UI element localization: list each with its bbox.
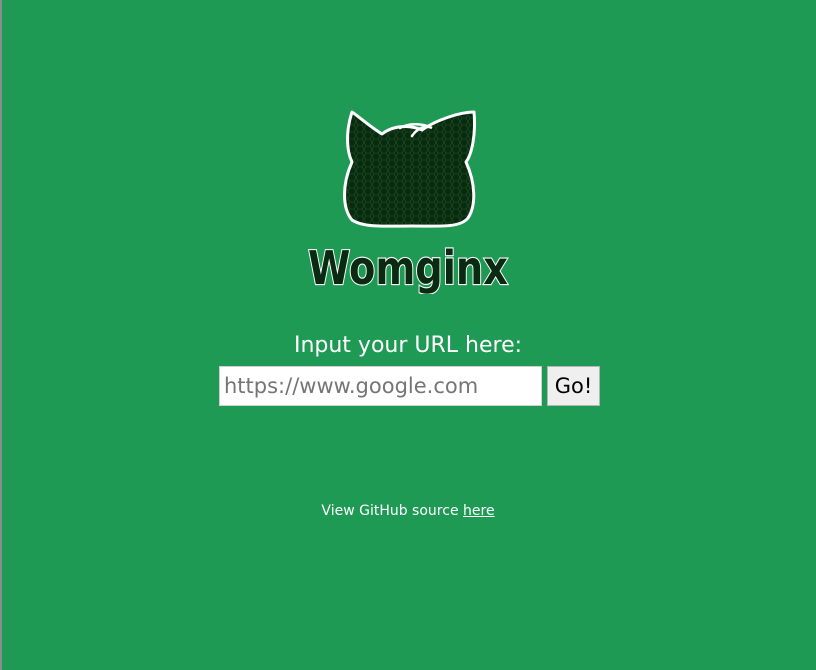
footer-text: View GitHub source <box>321 503 464 519</box>
footer: View GitHub source here <box>0 501 816 521</box>
go-button[interactable]: Go! <box>547 366 600 406</box>
logo-wordmark: Womginx <box>308 241 508 294</box>
cat-head-icon <box>343 110 476 228</box>
github-source-link[interactable]: here <box>463 503 495 519</box>
url-input[interactable] <box>219 366 542 406</box>
womginx-logo: Womginx <box>300 104 516 294</box>
url-prompt-label: Input your URL here: <box>293 333 523 358</box>
